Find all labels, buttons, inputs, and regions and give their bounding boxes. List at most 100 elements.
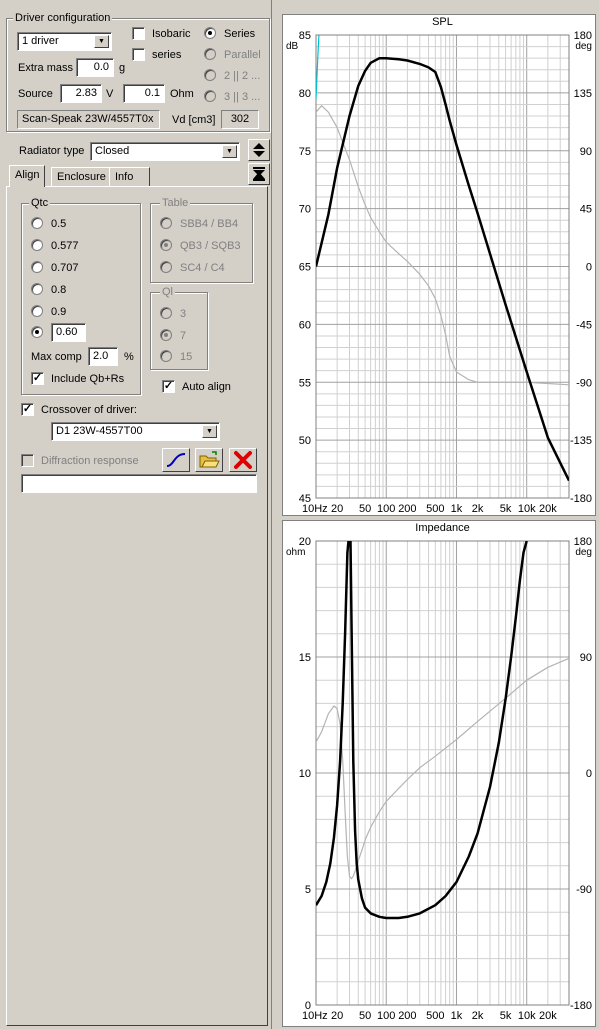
y-tick-right: 90 bbox=[580, 146, 592, 158]
y-tick-right: 135 bbox=[574, 88, 592, 100]
source-resistance-input[interactable]: 0.1 bbox=[123, 84, 165, 103]
impedance-plot-svg: Impedance ohm deg 20 15 10 50 180 90 0 -90 -180 10Hz… bbox=[286, 522, 592, 1022]
series-checkbox[interactable] bbox=[132, 48, 145, 61]
crossover-checkbox[interactable]: ✓ bbox=[21, 403, 34, 416]
source-voltage-input[interactable]: 2.83 bbox=[60, 84, 102, 103]
wiring-radio-series[interactable] bbox=[204, 27, 216, 39]
y-tick-left: 50 bbox=[299, 435, 311, 447]
qtc-option-label: 0.5 bbox=[51, 218, 67, 230]
x-tick-label: 100 bbox=[377, 503, 395, 515]
qtc-radio-0.9[interactable] bbox=[31, 305, 43, 317]
open-folder-icon bbox=[199, 451, 220, 468]
ql-option-label: 7 bbox=[180, 330, 187, 342]
y-tick-left: 15 bbox=[299, 652, 311, 664]
y-tick-right: 180 bbox=[574, 536, 592, 548]
wiring-radio-parallel[interactable] bbox=[204, 48, 216, 60]
y-tick-right: -135 bbox=[570, 435, 592, 447]
ql-radio-7[interactable] bbox=[160, 329, 172, 341]
right-panel: SPL dB deg 85 80 75 70 65 60 55 50 45 180 135 90 45 0 -45… bbox=[273, 0, 599, 1029]
x-tick-label: 1k bbox=[451, 503, 463, 515]
source-resistance-unit: Ohm bbox=[170, 88, 194, 100]
isobaric-checkbox[interactable] bbox=[132, 27, 145, 40]
y-tick-right: -45 bbox=[576, 319, 592, 331]
auto-align-label: Auto align bbox=[182, 381, 231, 393]
include-qb-rs-checkbox[interactable]: ✓ bbox=[31, 372, 44, 385]
tab-info[interactable]: Info bbox=[109, 167, 150, 187]
ql-radio-15[interactable] bbox=[160, 350, 172, 362]
chevron-down-icon: ▼ bbox=[202, 425, 217, 438]
y-tick-right: 0 bbox=[586, 262, 592, 274]
diffraction-file-input[interactable] bbox=[21, 474, 257, 493]
qtc-custom-input[interactable]: 0.60 bbox=[51, 323, 86, 342]
crossover-label: Crossover of driver: bbox=[41, 404, 137, 416]
y-tick-left: 60 bbox=[299, 319, 311, 331]
delete-button[interactable] bbox=[229, 448, 257, 472]
table-radio-sbb4[interactable] bbox=[160, 217, 172, 229]
x-tick-label: 20k bbox=[539, 1010, 557, 1022]
y-tick-left: 75 bbox=[299, 146, 311, 158]
driver-name-display: Scan-Speak 23W/4557T0x bbox=[17, 110, 160, 129]
table-option-label: SC4 / C4 bbox=[180, 262, 225, 274]
curve-icon bbox=[166, 453, 186, 467]
wiring-radio-3x3[interactable] bbox=[204, 90, 216, 102]
x-tick-label: 20k bbox=[539, 503, 557, 515]
qtc-radio-0.5[interactable] bbox=[31, 217, 43, 229]
qtc-radio-0.707[interactable] bbox=[31, 261, 43, 273]
crossover-select[interactable]: D1 23W-4557T00 ▼ bbox=[51, 422, 220, 441]
x-tick-label: 10Hz bbox=[302, 1010, 328, 1022]
table-option-label: SBB4 / BB4 bbox=[180, 218, 239, 230]
open-folder-button[interactable] bbox=[195, 448, 223, 472]
extra-mass-unit: g bbox=[119, 62, 126, 74]
y-tick-left: 10 bbox=[299, 768, 311, 780]
spl-plot-svg: SPLdB deg85807570656055504518013590450-45… bbox=[286, 16, 592, 515]
max-comp-unit: % bbox=[124, 351, 134, 363]
y-tick-right: -180 bbox=[570, 1000, 592, 1012]
ql-radio-3[interactable] bbox=[160, 307, 172, 319]
y-tick-right: -90 bbox=[576, 377, 592, 389]
driver-count-select[interactable]: 1 driver ▼ bbox=[17, 32, 112, 51]
y-unit-left: ohm bbox=[286, 547, 305, 558]
qtc-radio-0.8[interactable] bbox=[31, 283, 43, 295]
qtc-radio-0.577[interactable] bbox=[31, 239, 43, 251]
y-tick-right: 90 bbox=[580, 652, 592, 664]
delete-icon bbox=[234, 451, 252, 469]
y-tick-right: 0 bbox=[586, 768, 592, 780]
chevron-down-icon: ▼ bbox=[222, 145, 237, 158]
auto-align-checkbox[interactable]: ✓ bbox=[162, 380, 175, 393]
qtc-option-label: 0.707 bbox=[51, 262, 79, 274]
wiring-radio-2x2[interactable] bbox=[204, 69, 216, 81]
x-tick-label: 200 bbox=[398, 1010, 416, 1022]
up-down-arrow-icon bbox=[253, 143, 265, 157]
left-panel: Driver configuration 1 driver ▼ Isobaric… bbox=[0, 0, 272, 1029]
curve-button[interactable] bbox=[162, 448, 190, 472]
source-voltage-unit: V bbox=[106, 88, 114, 100]
x-tick-label: 1k bbox=[451, 1010, 463, 1022]
y-unit-right: deg bbox=[575, 547, 592, 558]
vd-value-display: 302 bbox=[221, 110, 259, 129]
radiator-type-select[interactable]: Closed ▼ bbox=[90, 142, 240, 161]
up-down-arrow-button[interactable] bbox=[248, 139, 270, 161]
max-comp-input[interactable]: 2.0 bbox=[88, 347, 118, 366]
ql-group bbox=[150, 292, 208, 370]
x-tick-label: 5k bbox=[500, 503, 512, 515]
x-tick-label: 200 bbox=[398, 503, 416, 515]
table-radio-sc4[interactable] bbox=[160, 261, 172, 273]
table-radio-qb3[interactable] bbox=[160, 239, 172, 251]
x-tick-label: 10k bbox=[518, 1010, 536, 1022]
x-tick-label: 500 bbox=[426, 503, 444, 515]
collapse-button[interactable] bbox=[248, 163, 270, 185]
extra-mass-input[interactable]: 0.0 bbox=[76, 58, 114, 77]
qtc-option-label: 0.9 bbox=[51, 306, 67, 318]
diffraction-checkbox[interactable] bbox=[21, 454, 34, 467]
ql-option-label: 15 bbox=[180, 351, 193, 363]
tab-align[interactable]: Align bbox=[9, 165, 46, 187]
extra-mass-label: Extra mass bbox=[18, 62, 74, 74]
x-tick-label: 10Hz bbox=[302, 503, 328, 515]
y-tick-left: 70 bbox=[299, 204, 311, 216]
radiator-type-label: Radiator type bbox=[19, 145, 85, 157]
y-tick-right: -90 bbox=[576, 884, 592, 896]
tab-enclosure[interactable]: Enclosure bbox=[51, 167, 112, 187]
table-title: Table bbox=[160, 197, 191, 209]
qtc-radio-custom[interactable] bbox=[31, 326, 43, 338]
x-tick-label: 500 bbox=[426, 1010, 444, 1022]
